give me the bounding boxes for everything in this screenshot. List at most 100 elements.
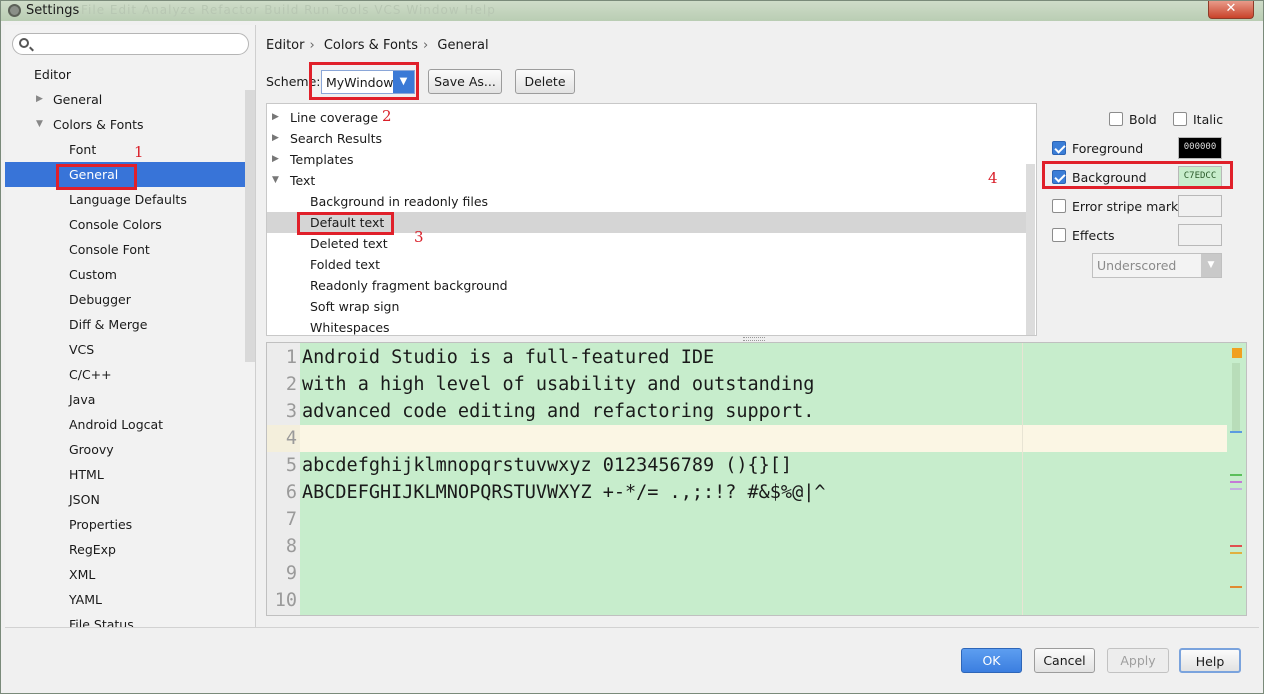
element-readonly-fragment-bg[interactable]: Readonly fragment background	[267, 275, 1027, 296]
sidebar-scrollbar[interactable]	[245, 90, 255, 362]
tree-item-general[interactable]: ▶ General	[5, 87, 245, 112]
tree-item-label: File Status	[69, 617, 134, 627]
triangle-down-icon[interactable]: ▼	[272, 170, 279, 191]
code-line: 2 with a high level of usability and outs…	[267, 371, 1227, 398]
tree-item-custom[interactable]: Custom	[5, 262, 245, 287]
annotation-box-1	[56, 164, 137, 190]
stripe-marker[interactable]	[1230, 552, 1242, 554]
element-label: Search Results	[290, 131, 383, 146]
effects-color-swatch[interactable]	[1178, 224, 1222, 246]
tree-item-language-defaults[interactable]: Language Defaults	[5, 187, 245, 212]
triangle-down-icon[interactable]: ▼	[36, 112, 43, 137]
splitter-handle[interactable]	[743, 337, 765, 341]
tree-item-java[interactable]: Java	[5, 387, 245, 412]
delete-button[interactable]: Delete	[515, 69, 575, 94]
tree-item-vcs[interactable]: VCS	[5, 337, 245, 362]
element-background-readonly[interactable]: Background in readonly files	[267, 191, 1027, 212]
stripe-marker[interactable]	[1230, 586, 1242, 588]
tree-item-diff-merge[interactable]: Diff & Merge	[5, 312, 245, 337]
ok-button[interactable]: OK	[961, 648, 1022, 673]
bold-label: Bold	[1129, 112, 1157, 127]
code-line: 9	[267, 560, 1227, 587]
tree-item-font[interactable]: Font	[5, 137, 245, 162]
stripe-marker[interactable]	[1230, 545, 1242, 547]
settings-tree: Editor ▶ General ▼ Colors & Fonts Font G…	[5, 62, 255, 627]
tree-item-regexp[interactable]: RegExp	[5, 537, 245, 562]
tree-item-groovy[interactable]: Groovy	[5, 437, 245, 462]
tree-item-yaml[interactable]: YAML	[5, 587, 245, 612]
tree-item-label: Colors & Fonts	[53, 117, 144, 132]
bold-checkbox[interactable]	[1109, 112, 1123, 126]
element-deleted-text[interactable]: Deleted text	[267, 233, 1027, 254]
tree-item-html[interactable]: HTML	[5, 462, 245, 487]
triangle-right-icon[interactable]: ▶	[272, 107, 279, 128]
tree-item-c-cpp[interactable]: C/C++	[5, 362, 245, 387]
elements-scrollbar[interactable]	[1026, 164, 1035, 335]
triangle-right-icon[interactable]: ▶	[272, 149, 279, 170]
inspection-status-icon[interactable]	[1232, 348, 1242, 358]
tree-item-debugger[interactable]: Debugger	[5, 287, 245, 312]
breadcrumb-separator: ›	[309, 38, 315, 53]
annotation-box-4	[1042, 161, 1233, 189]
apply-button[interactable]: Apply	[1107, 648, 1169, 673]
stripe-marker[interactable]	[1230, 474, 1242, 476]
code-line: 6 ABCDEFGHIJKLMNOPQRSTUVWXYZ +-*/= .,;:!?…	[267, 479, 1227, 506]
triangle-right-icon[interactable]: ▶	[272, 128, 279, 149]
element-line-coverage[interactable]: ▶ Line coverage	[267, 107, 1027, 128]
element-label: Background in readonly files	[310, 194, 489, 209]
window-title: Settings	[26, 3, 80, 18]
italic-checkbox[interactable]	[1173, 112, 1187, 126]
effects-type-dropdown[interactable]: Underscored ▼	[1092, 253, 1222, 278]
stripe-marker[interactable]	[1230, 481, 1242, 483]
tree-item-label: Groovy	[69, 442, 114, 457]
annotation-number-1: 1	[134, 143, 144, 161]
error-stripe-label: Error stripe mark	[1072, 199, 1179, 214]
triangle-right-icon[interactable]: ▶	[36, 87, 43, 112]
tree-item-label: C/C++	[69, 367, 112, 382]
error-stripe[interactable]	[1226, 343, 1246, 615]
tree-item-label: JSON	[69, 492, 100, 507]
code-text: Android Studio is a full-featured IDE	[302, 347, 715, 368]
tree-item-editor[interactable]: Editor	[5, 62, 245, 87]
save-as-button[interactable]: Save As...	[428, 69, 502, 94]
settings-search[interactable]	[12, 33, 249, 55]
cancel-button[interactable]: Cancel	[1034, 648, 1095, 673]
annotation-number-2: 2	[382, 107, 392, 125]
tree-item-json[interactable]: JSON	[5, 487, 245, 512]
tree-item-console-font[interactable]: Console Font	[5, 237, 245, 262]
stripe-marker[interactable]	[1230, 431, 1242, 433]
error-stripe-color-swatch[interactable]	[1178, 195, 1222, 217]
element-templates[interactable]: ▶ Templates	[267, 149, 1027, 170]
code-line: 8	[267, 533, 1227, 560]
stripe-marker[interactable]	[1230, 488, 1242, 490]
tree-item-label: YAML	[69, 592, 102, 607]
element-soft-wrap-sign[interactable]: Soft wrap sign	[267, 296, 1027, 317]
search-input[interactable]	[35, 36, 240, 52]
tree-item-android-logcat[interactable]: Android Logcat	[5, 412, 245, 437]
settings-window: Settings File Edit Analyze Refactor Buil…	[0, 0, 1264, 694]
settings-sidebar: Editor ▶ General ▼ Colors & Fonts Font G…	[5, 25, 256, 627]
tree-item-file-status[interactable]: File Status	[5, 612, 245, 627]
tree-item-properties[interactable]: Properties	[5, 512, 245, 537]
element-label: Readonly fragment background	[310, 278, 508, 293]
close-button[interactable]: ✕	[1208, 1, 1254, 19]
element-folded-text[interactable]: Folded text	[267, 254, 1027, 275]
italic-label: Italic	[1193, 112, 1224, 127]
element-label: Line coverage	[290, 110, 379, 125]
effects-checkbox[interactable]	[1052, 228, 1066, 242]
element-text[interactable]: ▼ Text	[267, 170, 1027, 191]
tree-item-label: Debugger	[69, 292, 131, 307]
code-line: 1 Android Studio is a full-featured IDE	[267, 344, 1227, 371]
help-button[interactable]: Help	[1179, 648, 1241, 673]
element-whitespaces[interactable]: Whitespaces	[267, 317, 1027, 335]
title-bar: Settings File Edit Analyze Refactor Buil…	[1, 1, 1263, 21]
tree-item-colors-fonts[interactable]: ▼ Colors & Fonts	[5, 112, 245, 137]
foreground-checkbox[interactable]	[1052, 141, 1066, 155]
preview-editor[interactable]: 1 Android Studio is a full-featured IDE 2…	[266, 342, 1247, 616]
tree-item-console-colors[interactable]: Console Colors	[5, 212, 245, 237]
effects-type-value: Underscored	[1097, 258, 1177, 273]
foreground-color-swatch[interactable]: 000000	[1178, 137, 1222, 159]
error-stripe-checkbox[interactable]	[1052, 199, 1066, 213]
tree-item-xml[interactable]: XML	[5, 562, 245, 587]
element-search-results[interactable]: ▶ Search Results	[267, 128, 1027, 149]
